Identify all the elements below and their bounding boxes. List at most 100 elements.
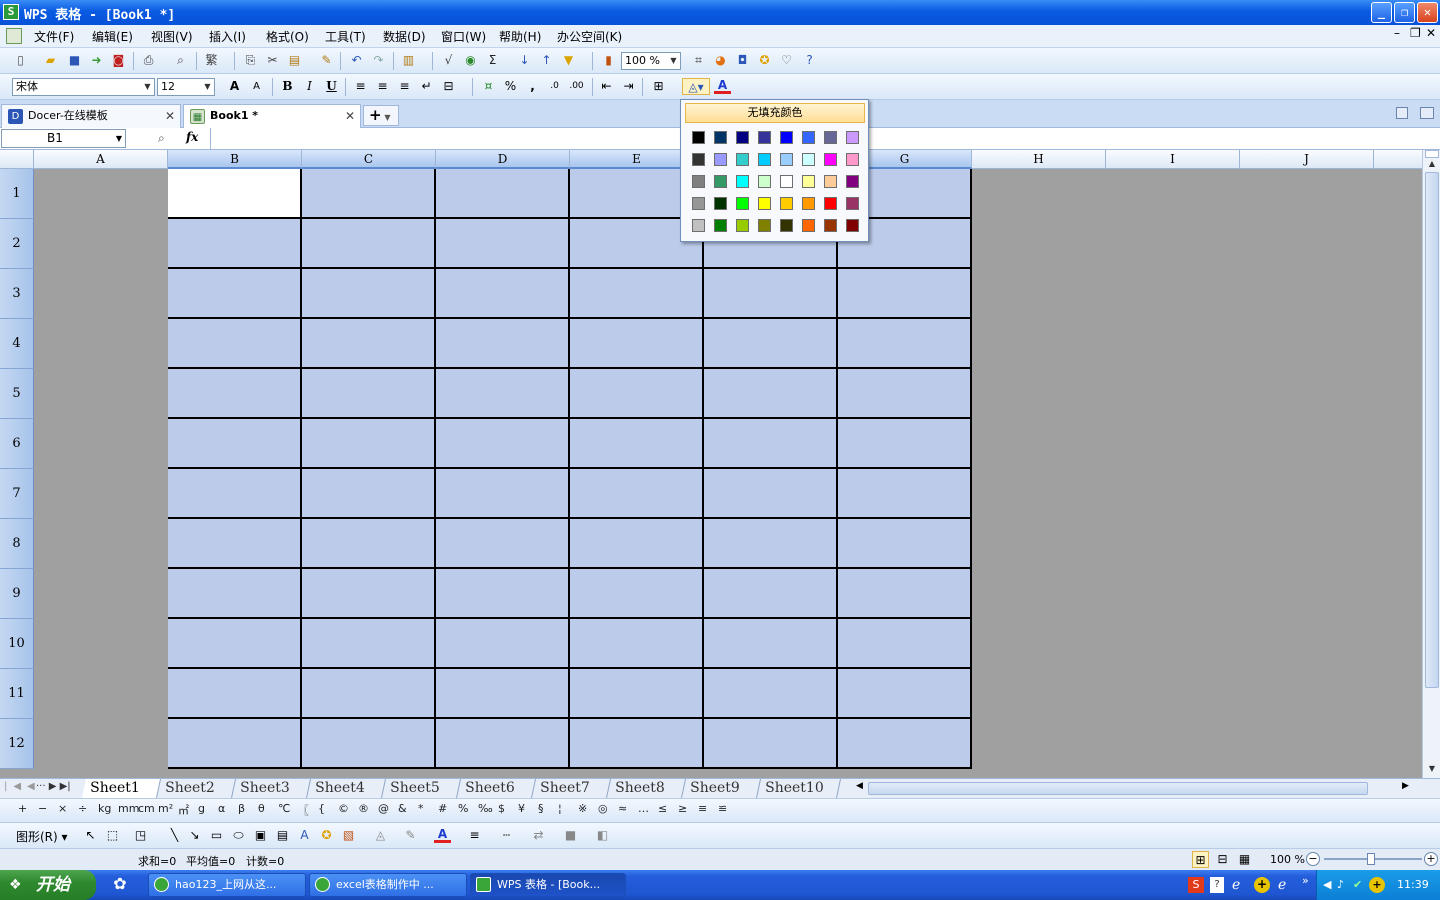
- font-size-combo[interactable]: 12 ▼: [157, 78, 215, 96]
- page-break-view-icon[interactable]: ⊟: [1214, 851, 1231, 868]
- picture-icon[interactable]: ▧: [340, 827, 357, 844]
- ie-tray-icon[interactable]: ℯ: [1232, 877, 1240, 893]
- select-all-corner[interactable]: [0, 150, 34, 169]
- fill-color-icon[interactable]: ◬▾: [682, 78, 710, 95]
- quicklaunch-icon[interactable]: ✿: [106, 874, 134, 896]
- table-cell[interactable]: [168, 719, 302, 769]
- skin-icon[interactable]: ♡: [778, 52, 795, 69]
- sheet-tab[interactable]: Sheet2: [156, 779, 237, 798]
- table-cell[interactable]: [302, 569, 436, 619]
- arrow-style-icon[interactable]: ⇄: [530, 827, 547, 844]
- table-cell[interactable]: [436, 719, 570, 769]
- menu-edit[interactable]: 编辑(E): [92, 28, 133, 45]
- color-swatch[interactable]: [846, 131, 859, 144]
- color-swatch[interactable]: [714, 175, 727, 188]
- select-pointer-icon[interactable]: ↖: [82, 827, 99, 844]
- table-cell[interactable]: [302, 719, 436, 769]
- table-cell[interactable]: [168, 569, 302, 619]
- symbol-button[interactable]: %: [458, 802, 468, 815]
- table-cell[interactable]: [704, 519, 838, 569]
- color-swatch[interactable]: [758, 219, 771, 232]
- doc-close-icon[interactable]: ✕: [1426, 26, 1436, 40]
- table-cell[interactable]: [838, 719, 972, 769]
- table-cell[interactable]: [436, 469, 570, 519]
- scroll-thumb[interactable]: [1425, 172, 1439, 688]
- table-cell[interactable]: [436, 369, 570, 419]
- merge-center-icon[interactable]: ⊟: [440, 78, 457, 95]
- symbol-button[interactable]: ℃: [278, 802, 290, 815]
- menu-office-space[interactable]: 办公空间(K): [557, 28, 622, 45]
- table-cell[interactable]: [436, 219, 570, 269]
- increase-decimal-icon[interactable]: .0: [546, 78, 563, 95]
- color-swatch[interactable]: [758, 131, 771, 144]
- color-swatch[interactable]: [802, 131, 815, 144]
- align-center-icon[interactable]: ≡: [374, 78, 391, 95]
- symbol-button[interactable]: β: [238, 802, 245, 815]
- color-swatch[interactable]: [714, 197, 727, 210]
- select-objects-icon[interactable]: ⬚: [104, 827, 121, 844]
- chart-icon[interactable]: ▮: [600, 52, 617, 69]
- symbol-button[interactable]: ®: [358, 802, 369, 815]
- increase-font-icon[interactable]: A: [226, 78, 243, 95]
- table-cell[interactable]: [704, 719, 838, 769]
- scroll-down-icon[interactable]: ▼: [1425, 764, 1439, 776]
- doc-restore-icon[interactable]: ❐: [1410, 26, 1421, 40]
- color-swatch[interactable]: [846, 197, 859, 210]
- minimize-button[interactable]: _: [1371, 2, 1392, 23]
- underline-button[interactable]: U: [323, 78, 340, 95]
- table-cell[interactable]: [838, 469, 972, 519]
- color-swatch[interactable]: [692, 197, 705, 210]
- zoom-slider-thumb[interactable]: [1367, 853, 1375, 865]
- menu-help[interactable]: 帮助(H): [499, 28, 541, 45]
- table-cell[interactable]: [302, 419, 436, 469]
- color-swatch[interactable]: [758, 175, 771, 188]
- line-icon[interactable]: ╲: [166, 827, 183, 844]
- tab-list-icon[interactable]: [1396, 107, 1408, 119]
- table-cell[interactable]: [570, 269, 704, 319]
- table-cell[interactable]: [168, 369, 302, 419]
- color-swatch[interactable]: [758, 197, 771, 210]
- normal-view-icon[interactable]: ⊞: [1192, 851, 1209, 868]
- find-icon[interactable]: ⌗: [690, 52, 707, 69]
- table-cell[interactable]: [302, 619, 436, 669]
- arrow-icon[interactable]: ↘: [186, 827, 203, 844]
- fx-icon[interactable]: fx: [186, 130, 198, 144]
- row-header[interactable]: 5: [0, 369, 34, 419]
- table-cell[interactable]: [704, 619, 838, 669]
- table-cell[interactable]: [302, 319, 436, 369]
- tray-expand-icon[interactable]: »: [1302, 874, 1309, 887]
- table-cell[interactable]: [838, 519, 972, 569]
- table-cell[interactable]: [436, 169, 570, 219]
- table-cell[interactable]: [302, 169, 436, 219]
- shadow-icon[interactable]: ■: [562, 827, 579, 844]
- start-button[interactable]: ❖ 开始: [0, 870, 96, 900]
- symbol-button[interactable]: @: [378, 802, 389, 815]
- zoom-out-icon[interactable]: −: [1306, 852, 1320, 866]
- row-header[interactable]: 9: [0, 569, 34, 619]
- table-cell[interactable]: [704, 369, 838, 419]
- sheet-tab[interactable]: Sheet8: [606, 779, 687, 798]
- table-cell[interactable]: [704, 669, 838, 719]
- sogou-icon[interactable]: S: [1188, 877, 1204, 893]
- table-cell[interactable]: [704, 469, 838, 519]
- column-header[interactable]: H: [972, 150, 1106, 169]
- percent-button[interactable]: %: [502, 78, 519, 95]
- menu-window[interactable]: 窗口(W): [441, 28, 486, 45]
- dash-style-icon[interactable]: ┅: [498, 827, 515, 844]
- bold-button[interactable]: B: [279, 78, 296, 95]
- table-cell[interactable]: [570, 369, 704, 419]
- symbol-button[interactable]: mm: [118, 802, 139, 815]
- table-cell[interactable]: [570, 419, 704, 469]
- browser-icon[interactable]: ◕: [712, 52, 729, 69]
- color-swatch[interactable]: [736, 219, 749, 232]
- zoom-combo[interactable]: 100 % ▼: [621, 52, 681, 70]
- split-handle[interactable]: [1425, 150, 1439, 158]
- wordart-icon[interactable]: A: [296, 827, 313, 844]
- column-header[interactable]: B: [168, 150, 302, 169]
- color-swatch[interactable]: [692, 175, 705, 188]
- close-button[interactable]: ✕: [1417, 2, 1438, 23]
- wrap-text-icon[interactable]: ↵: [418, 78, 435, 95]
- symbol-button[interactable]: m²: [158, 802, 173, 815]
- table-cell[interactable]: [302, 669, 436, 719]
- add-tray-icon[interactable]: +: [1254, 877, 1270, 893]
